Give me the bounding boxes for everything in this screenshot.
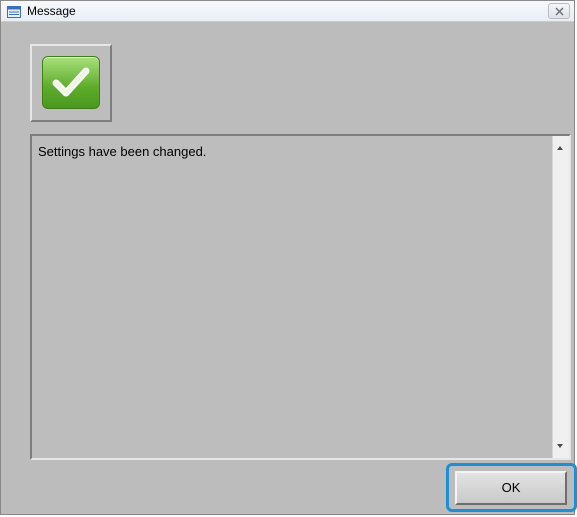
- close-x-icon: [555, 7, 564, 16]
- window-title: Message: [27, 4, 76, 18]
- message-text-area[interactable]: Settings have been changed.: [30, 134, 571, 460]
- message-text: Settings have been changed.: [38, 144, 207, 159]
- scroll-down-arrow-icon[interactable]: [557, 444, 563, 448]
- status-icon-frame: [30, 44, 112, 122]
- message-dialog: Message Settings have been changed. OK: [0, 0, 577, 515]
- close-button[interactable]: [548, 3, 570, 19]
- scroll-up-arrow-icon[interactable]: [557, 146, 563, 150]
- vertical-scrollbar[interactable]: [552, 136, 569, 458]
- title-bar: Message: [1, 1, 574, 22]
- ok-button[interactable]: OK: [455, 471, 567, 505]
- checkmark-success-icon: [42, 56, 100, 109]
- application-window-icon: [7, 5, 21, 18]
